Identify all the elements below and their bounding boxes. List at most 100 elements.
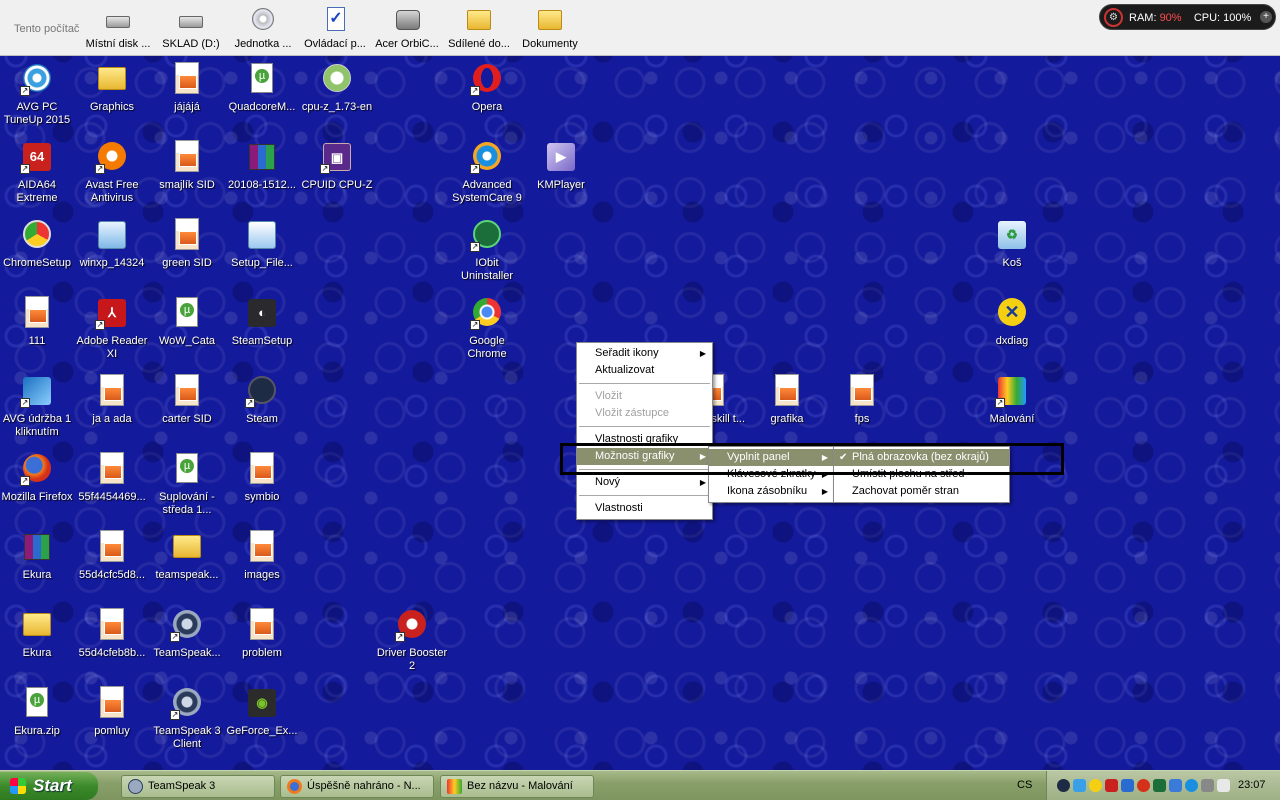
language-indicator[interactable]: CS	[1017, 779, 1032, 791]
desktop-icon[interactable]: 64 ↗ AIDA64 Extreme	[0, 140, 75, 205]
torrent-icon	[20, 686, 54, 720]
systemcare-tray-icon[interactable]	[1089, 779, 1102, 792]
toolbar-item-documents[interactable]: Dokumenty	[512, 6, 588, 50]
avast-icon: ↗	[95, 140, 129, 174]
network-tray-icon[interactable]	[1073, 779, 1086, 792]
desktop-icon[interactable]: ◐ SteamSetup	[224, 296, 300, 348]
iobit-icon: ↗	[470, 218, 504, 252]
menu-item-tray-icon[interactable]: Ikona zásobníku ▶	[709, 483, 834, 500]
desktop-icon[interactable]: problem	[224, 608, 300, 660]
audio-tray-icon[interactable]	[1201, 779, 1214, 792]
toolbar-item-cd-drive[interactable]: Jednotka ...	[225, 6, 301, 50]
firefox-icon	[287, 779, 302, 794]
desktop-icon[interactable]: 55d4cfc5d8...	[74, 530, 150, 582]
desktop-icon[interactable]: ✕ dxdiag	[974, 296, 1050, 348]
toolbar-item-webcam[interactable]: Acer OrbiC...	[369, 6, 445, 50]
desktop-icon[interactable]: ▣ ↗ CPUID CPU-Z	[299, 140, 375, 192]
display-tray-icon[interactable]	[1169, 779, 1182, 792]
graphics-options-submenu: Vyplnit panel ▶ Klávesové zkratky ▶ Ikona …	[708, 446, 835, 503]
menu-item-fill-panel[interactable]: Vyplnit panel ▶	[709, 449, 834, 466]
toolbar-item-shared-docs[interactable]: Sdílené do...	[441, 6, 517, 50]
desktop-icon[interactable]: Ekura.zip	[0, 686, 75, 738]
menu-item-paste-shortcut: Vložit zástupce	[595, 407, 669, 419]
menu-item-properties[interactable]: Vlastnosti	[577, 500, 712, 517]
toolbar-item-control-panel[interactable]: ✓ Ovládací p...	[297, 6, 373, 50]
desktop-icon[interactable]: ↗ AVG PC TuneUp 2015	[0, 62, 75, 127]
chevron-right-icon: ▶	[821, 487, 828, 496]
menu-item-paste: Vložit	[595, 390, 622, 402]
desktop-icon[interactable]: QuadcoreM...	[224, 62, 300, 114]
desktop-icon[interactable]: symbio	[224, 452, 300, 504]
desktop-icon[interactable]: 111	[0, 296, 75, 348]
desktop-icon[interactable]: Ekura	[0, 608, 75, 660]
steam-tray-icon[interactable]	[1057, 779, 1070, 792]
menu-item-hotkeys[interactable]: Klávesové zkratky ▶	[709, 466, 834, 483]
menu-item-sort-icons[interactable]: Seřadit ikony ▶	[577, 345, 712, 362]
desktop-icon[interactable]: ja a ada	[74, 374, 150, 426]
desktop[interactable]: Tento počítač Místní disk ... SKLAD (D:)…	[0, 0, 1280, 770]
desktop-icon[interactable]: Graphics	[74, 62, 150, 114]
desktop-icon[interactable]: ⅄ ↗ Adobe Reader XI	[74, 296, 150, 361]
desktop-icon[interactable]: jájájá	[149, 62, 225, 114]
desktop-icon[interactable]: Suplování - středa 1...	[149, 452, 225, 517]
desktop-icon[interactable]: smajlík SID	[149, 140, 225, 192]
desktop-icon[interactable]: Ekura	[0, 530, 75, 582]
image-file-icon	[170, 218, 204, 252]
desktop-icon[interactable]: fps	[824, 374, 900, 426]
desktop-icon[interactable]: ↗ Mozilla Firefox	[0, 452, 75, 504]
system-monitor-widget[interactable]: ⚙ RAM: 90% CPU: 100% +	[1099, 4, 1276, 30]
desktop-icon[interactable]: ChromeSetup	[0, 218, 75, 270]
desktop-icon[interactable]: ▶ KMPlayer	[523, 140, 599, 192]
safely-remove-tray-icon[interactable]	[1217, 779, 1230, 792]
menu-item-center-desktop[interactable]: Umístit plochu na střed	[834, 466, 1009, 483]
desktop-icon[interactable]: WoW_Cata	[149, 296, 225, 348]
taskbar-button-firefox[interactable]: Úspěšně nahráno - N...	[280, 775, 434, 798]
desktop-icon[interactable]: ↗ TeamSpeak 3 Client	[149, 686, 225, 751]
expand-plus-icon[interactable]: +	[1260, 11, 1272, 23]
hard-drive-icon	[176, 6, 206, 34]
menu-item-new[interactable]: Nový ▶	[577, 474, 712, 491]
desktop-icon[interactable]: 55f4454469...	[74, 452, 150, 504]
monitor-tray-icon[interactable]	[1121, 779, 1134, 792]
security-tray-icon[interactable]	[1105, 779, 1118, 792]
desktop-icon[interactable]: carter SID	[149, 374, 225, 426]
menu-item-graphics-properties[interactable]: Vlastnosti grafiky	[577, 431, 712, 448]
desktop-icon[interactable]: teamspeak...	[149, 530, 225, 582]
webcam-icon	[392, 6, 422, 34]
desktop-icon[interactable]: ↗ IObit Uninstaller	[449, 218, 525, 283]
menu-item-full-screen[interactable]: ✔ Plná obrazovka (bez okrajů)	[834, 449, 1009, 466]
desktop-icon[interactable]: 20108-1512...	[224, 140, 300, 192]
desktop-icon[interactable]: ◉ GeForce_Ex...	[224, 686, 300, 738]
clock[interactable]: 23:07	[1238, 779, 1266, 791]
image-file-icon	[245, 530, 279, 564]
taskbar-button-paint[interactable]: Bez názvu - Malování	[440, 775, 594, 798]
desktop-icon[interactable]: ↗ Opera	[449, 62, 525, 114]
desktop-icon[interactable]: ↗ Driver Booster 2	[374, 608, 450, 673]
menu-item-graphics-options[interactable]: Možnosti grafiky ▶	[577, 448, 712, 465]
desktop-icon[interactable]: images	[224, 530, 300, 582]
desktop-icon[interactable]: ↗ TeamSpeak...	[149, 608, 225, 660]
volume-tray-icon[interactable]	[1137, 779, 1150, 792]
desktop-icon[interactable]: winxp_14324	[74, 218, 150, 270]
driver-tray-icon[interactable]	[1185, 779, 1198, 792]
menu-item-keep-aspect[interactable]: Zachovat poměr stran	[834, 483, 1009, 500]
desktop-icon[interactable]: pomluy	[74, 686, 150, 738]
desktop-icon[interactable]: Setup_File...	[224, 218, 300, 270]
menu-item-refresh[interactable]: Aktualizovat	[577, 362, 712, 379]
desktop-icon[interactable]: 55d4cfeb8b...	[74, 608, 150, 660]
iobit-tray-icon[interactable]	[1153, 779, 1166, 792]
desktop-icon[interactable]: ♻ Koš	[974, 218, 1050, 270]
desktop-icon[interactable]: ↗ Steam	[224, 374, 300, 426]
desktop-icon[interactable]: ↗ Google Chrome	[449, 296, 525, 361]
desktop-icon[interactable]: green SID	[149, 218, 225, 270]
desktop-icon[interactable]: grafika	[749, 374, 825, 426]
desktop-icon[interactable]: ↗ Avast Free Antivirus	[74, 140, 150, 205]
desktop-icon[interactable]: ↗ AVG údržba 1 kliknutím	[0, 374, 75, 439]
start-button[interactable]: Start	[0, 772, 98, 800]
desktop-icon[interactable]: ↗ Malování	[974, 374, 1050, 426]
taskbar-button-teamspeak[interactable]: TeamSpeak 3	[121, 775, 275, 798]
toolbar-item-local-disk[interactable]: Místní disk ...	[80, 6, 156, 50]
desktop-icon[interactable]: ↗ Advanced SystemCare 9	[449, 140, 525, 205]
toolbar-item-sklad[interactable]: SKLAD (D:)	[153, 6, 229, 50]
desktop-icon[interactable]: cpu-z_1.73-en	[299, 62, 375, 114]
